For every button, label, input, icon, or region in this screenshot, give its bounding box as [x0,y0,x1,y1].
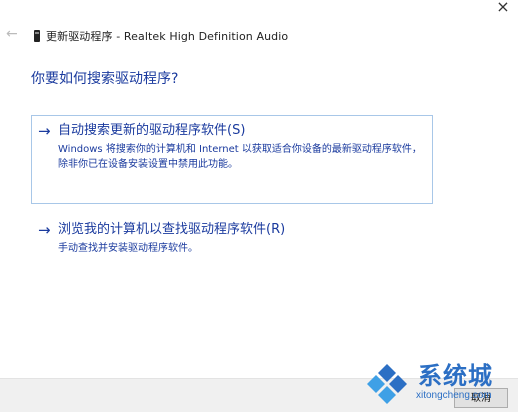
option-browse-computer-title: 浏览我的计算机以查找驱动程序软件(R) [58,222,286,237]
update-driver-dialog: × ← 更新驱动程序 - Realtek High Definition Aud… [0,0,518,412]
option-auto-search-title: 自动搜索更新的驱动程序软件(S) [58,123,246,138]
cancel-button[interactable]: 取消 [454,388,508,408]
page-heading: 你要如何搜索驱动程序? [31,71,179,87]
close-icon: × [496,0,510,16]
option-auto-search-description: Windows 将搜索你的计算机和 Internet 以获取适合你设备的最新驱动… [58,144,422,170]
option-browse-computer[interactable]: → 浏览我的计算机以查找驱动程序软件(R) 手动查找并安装驱动程序软件。 [31,214,433,264]
option-auto-search[interactable]: → 自动搜索更新的驱动程序软件(S) Windows 将搜索你的计算机和 Int… [31,115,433,204]
device-icon [34,30,40,42]
arrow-right-icon: → [38,122,51,140]
back-button[interactable]: ← [6,26,20,42]
arrow-right-icon: → [38,221,51,239]
dialog-footer: 取消 [0,378,518,412]
back-arrow-icon: ← [6,26,18,42]
option-browse-computer-description: 手动查找并安装驱动程序软件。 [58,243,198,254]
close-button[interactable]: × [488,0,518,18]
window-title: 更新驱动程序 - Realtek High Definition Audio [46,30,289,43]
